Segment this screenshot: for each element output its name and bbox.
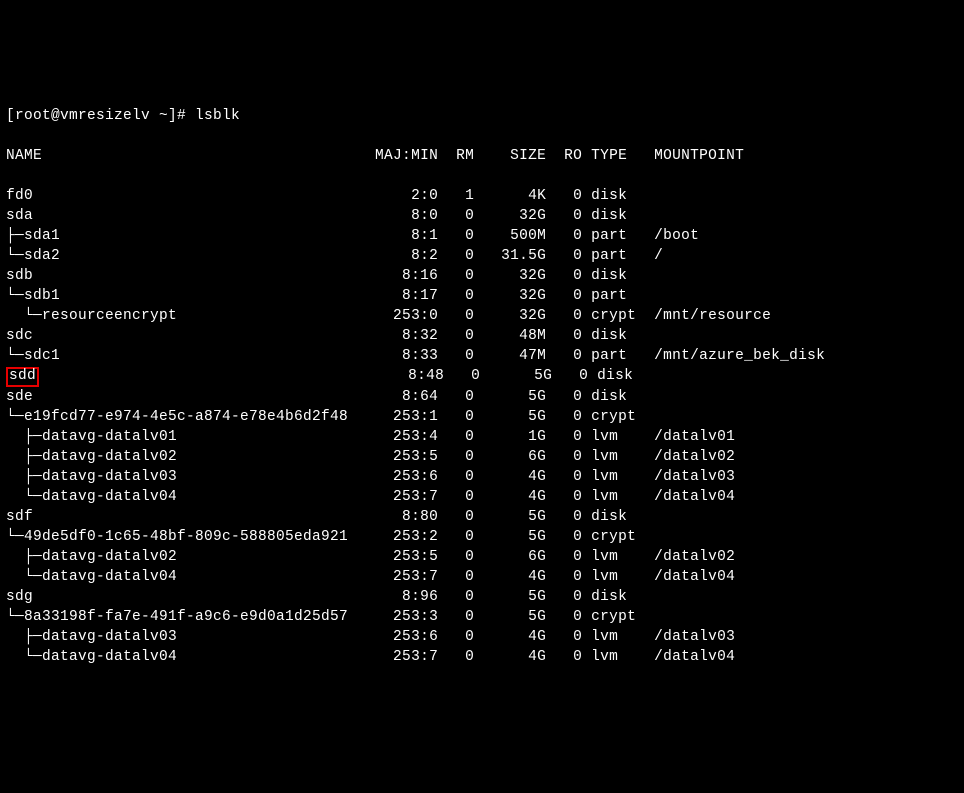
lsblk-row: fd0 2:0 1 4K 0 disk — [6, 186, 964, 206]
lsblk-row: └─8a33198f-fa7e-491f-a9c6-e9d0a1d25d57 2… — [6, 607, 964, 627]
lsblk-row: └─datavg-datalv04 253:7 0 4G 0 lvm /data… — [6, 647, 964, 667]
lsblk-row: └─sdb1 8:17 0 32G 0 part — [6, 286, 964, 306]
lsblk-row: sdd 8:48 0 5G 0 disk — [6, 366, 964, 387]
prompt-line: [root@vmresizelv ~]# lsblk — [6, 106, 964, 126]
lsblk-row: ├─datavg-datalv03 253:6 0 4G 0 lvm /data… — [6, 627, 964, 647]
lsblk-row: └─resourceencrypt 253:0 0 32G 0 crypt /m… — [6, 306, 964, 326]
lsblk-row: sdc 8:32 0 48M 0 disk — [6, 326, 964, 346]
lsblk-row: ├─datavg-datalv02 253:5 0 6G 0 lvm /data… — [6, 547, 964, 567]
lsblk-row: └─datavg-datalv04 253:7 0 4G 0 lvm /data… — [6, 487, 964, 507]
lsblk-row: sdf 8:80 0 5G 0 disk — [6, 507, 964, 527]
lsblk-row: └─sda2 8:2 0 31.5G 0 part / — [6, 246, 964, 266]
highlighted-device: sdd — [6, 367, 39, 387]
lsblk-row: ├─datavg-datalv02 253:5 0 6G 0 lvm /data… — [6, 447, 964, 467]
lsblk-row: ├─datavg-datalv03 253:6 0 4G 0 lvm /data… — [6, 467, 964, 487]
lsblk-row: sde 8:64 0 5G 0 disk — [6, 387, 964, 407]
lsblk-rows: fd0 2:0 1 4K 0 disk sda 8:0 0 32G 0 disk… — [6, 186, 964, 667]
lsblk-row: ├─datavg-datalv01 253:4 0 1G 0 lvm /data… — [6, 427, 964, 447]
lsblk-header: NAME MAJ:MIN RM SIZE RO TYPE MOUNTPOINT — [6, 146, 964, 166]
lsblk-row: └─49de5df0-1c65-48bf-809c-588805eda921 2… — [6, 527, 964, 547]
lsblk-row: sda 8:0 0 32G 0 disk — [6, 206, 964, 226]
terminal-output: [root@vmresizelv ~]# lsblk NAME MAJ:MIN … — [6, 86, 964, 687]
lsblk-row: └─datavg-datalv04 253:7 0 4G 0 lvm /data… — [6, 567, 964, 587]
lsblk-row: └─e19fcd77-e974-4e5c-a874-e78e4b6d2f48 2… — [6, 407, 964, 427]
lsblk-row: └─sdc1 8:33 0 47M 0 part /mnt/azure_bek_… — [6, 346, 964, 366]
lsblk-row: ├─sda1 8:1 0 500M 0 part /boot — [6, 226, 964, 246]
lsblk-row: sdb 8:16 0 32G 0 disk — [6, 266, 964, 286]
lsblk-row: sdg 8:96 0 5G 0 disk — [6, 587, 964, 607]
